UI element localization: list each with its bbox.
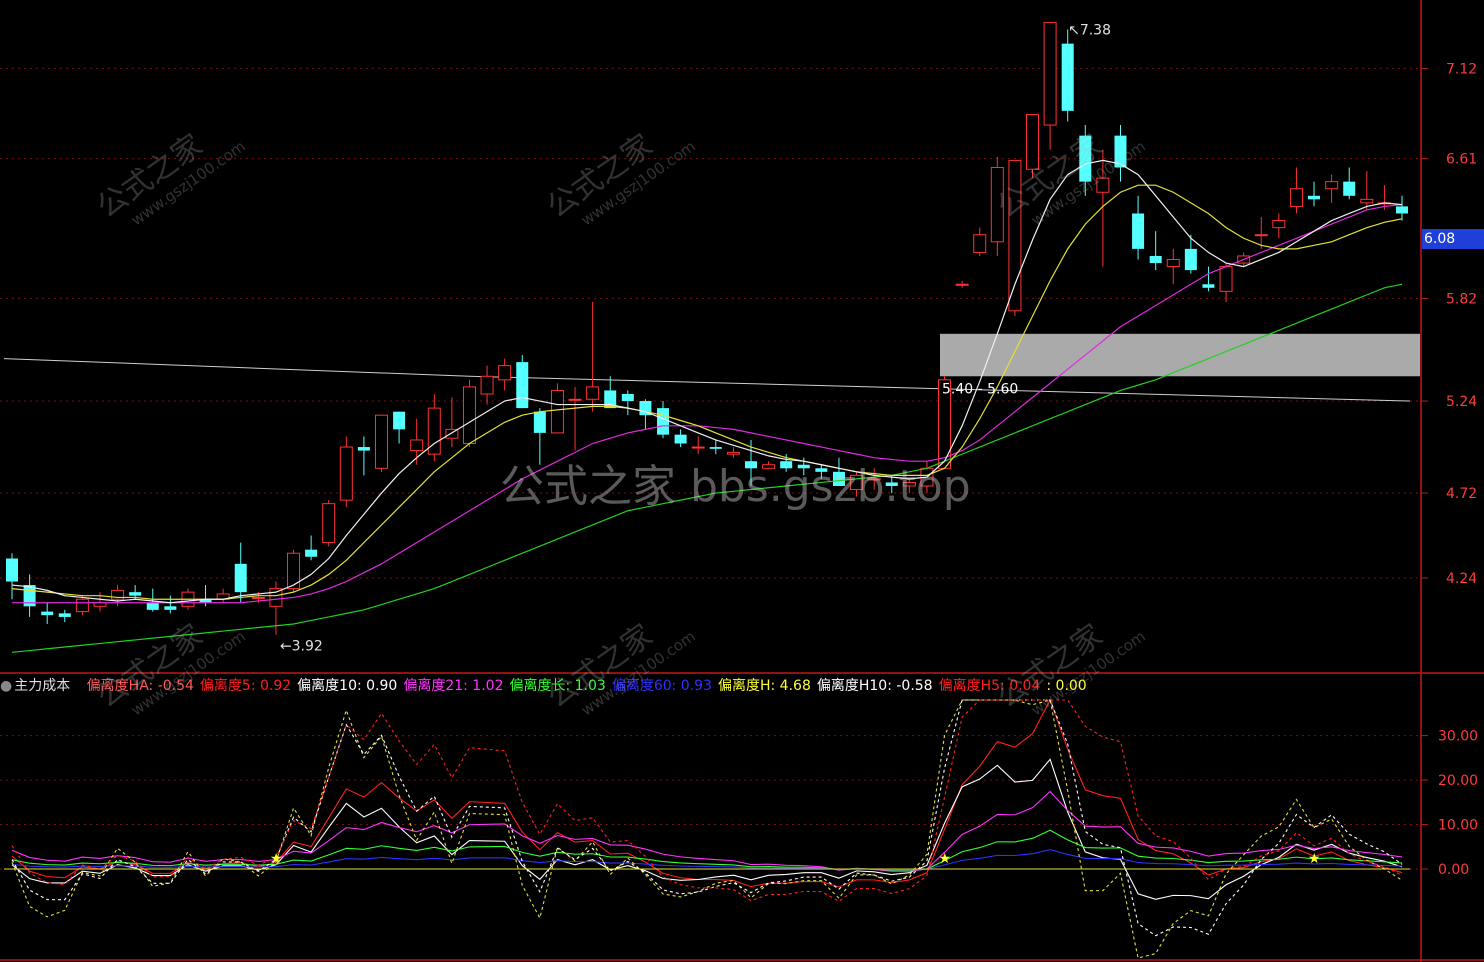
y-tick-label: 10.00 bbox=[1438, 818, 1478, 834]
candle-body bbox=[516, 362, 529, 409]
legend-title: ● 主力成本 bbox=[0, 678, 71, 694]
candle-body bbox=[129, 592, 142, 596]
candle-body bbox=[533, 411, 546, 433]
settings-icon[interactable]: ● bbox=[0, 678, 12, 694]
candle-body bbox=[75, 598, 89, 613]
candle-body bbox=[1061, 43, 1074, 111]
candle-body bbox=[58, 613, 71, 617]
candle-body bbox=[1132, 213, 1145, 249]
indicator-line bbox=[11, 699, 1403, 959]
candle-body bbox=[973, 234, 987, 253]
candle-body bbox=[374, 414, 388, 469]
candle-body bbox=[1149, 255, 1162, 264]
candle-body bbox=[410, 439, 424, 452]
candle-body bbox=[480, 375, 494, 395]
candle-body bbox=[498, 365, 512, 381]
candle-body bbox=[1043, 21, 1057, 126]
y-tick-label: 6.61 bbox=[1446, 152, 1477, 168]
candle-body bbox=[339, 446, 353, 501]
candle-body bbox=[164, 606, 177, 610]
legend-item: 偏离度H: 4.68 bbox=[717, 678, 811, 694]
y-tick-label: 5.24 bbox=[1446, 394, 1477, 410]
y-tick-label: 30.00 bbox=[1438, 729, 1478, 745]
candle-body bbox=[357, 447, 370, 451]
star-marker: ★ bbox=[270, 851, 283, 867]
y-tick-label: 5.82 bbox=[1446, 291, 1477, 307]
star-marker: ★ bbox=[1308, 851, 1321, 867]
candle-body bbox=[1360, 198, 1374, 204]
candle-body bbox=[1254, 234, 1268, 237]
low-price-label: ←3.92 bbox=[280, 639, 323, 655]
candle-body bbox=[6, 558, 18, 582]
candle-body bbox=[1184, 248, 1197, 271]
indicator-line bbox=[11, 758, 1403, 900]
candle-body bbox=[691, 446, 705, 449]
candle-body bbox=[1202, 284, 1215, 288]
candle-body bbox=[1166, 258, 1180, 268]
y-tick-label: 4.24 bbox=[1446, 571, 1477, 587]
candle-body bbox=[1289, 188, 1303, 207]
y-tick-label: 20.00 bbox=[1438, 773, 1478, 789]
candle-body bbox=[287, 552, 301, 590]
candle-body bbox=[1325, 181, 1339, 190]
indicator-line bbox=[11, 699, 1403, 937]
legend-item: 偏离度5: 0.92 bbox=[199, 678, 292, 694]
legend-item: 偏离度H10: -0.58 bbox=[816, 678, 933, 694]
candle-body bbox=[234, 563, 247, 593]
candle-body bbox=[1343, 181, 1356, 196]
candle-body bbox=[251, 596, 265, 599]
legend-item: 偏离度10: 0.90 bbox=[297, 678, 398, 694]
moving-averages bbox=[11, 159, 1403, 653]
candle-body bbox=[1308, 195, 1321, 200]
y-tick-label: 7.12 bbox=[1446, 61, 1477, 77]
candle-body bbox=[305, 549, 318, 557]
candle-body bbox=[1272, 220, 1286, 229]
candle-body bbox=[568, 398, 582, 401]
price-zone bbox=[3, 333, 1420, 402]
candle-body bbox=[322, 503, 336, 544]
indicator-line bbox=[11, 699, 1403, 902]
y-tick-label: 4.72 bbox=[1446, 486, 1477, 502]
candle-body bbox=[955, 283, 969, 286]
candle-body bbox=[550, 389, 564, 434]
ma-white-line bbox=[11, 159, 1403, 604]
candle-body bbox=[674, 434, 687, 444]
candle-body bbox=[146, 602, 159, 610]
ma-yellow-line bbox=[11, 184, 1403, 600]
candle-body bbox=[1219, 266, 1233, 292]
y-tick-label: 0.00 bbox=[1438, 862, 1469, 878]
last-price-tag: 6.08 bbox=[1422, 229, 1484, 249]
candle-body bbox=[393, 411, 406, 430]
indicator-lines: ★ ★ ★ bbox=[4, 698, 1410, 959]
candle-body bbox=[1396, 206, 1408, 214]
candle-body bbox=[269, 588, 283, 607]
star-marker: ★ bbox=[939, 851, 952, 867]
indicator-line bbox=[11, 790, 1403, 872]
candle-body bbox=[586, 386, 600, 400]
candle-body bbox=[621, 393, 634, 402]
candle-body bbox=[462, 386, 476, 445]
zone-label: 5.40 - 5.60 bbox=[942, 381, 1018, 397]
candle-body bbox=[657, 408, 670, 435]
center-watermark: 公式之家 bbs.gszb.top bbox=[500, 461, 971, 512]
high-price-label: ↖7.38 bbox=[1068, 22, 1111, 38]
legend-item: 偏离度21: 1.02 bbox=[403, 678, 504, 694]
candle-body bbox=[41, 611, 54, 616]
candle-body bbox=[709, 447, 722, 449]
